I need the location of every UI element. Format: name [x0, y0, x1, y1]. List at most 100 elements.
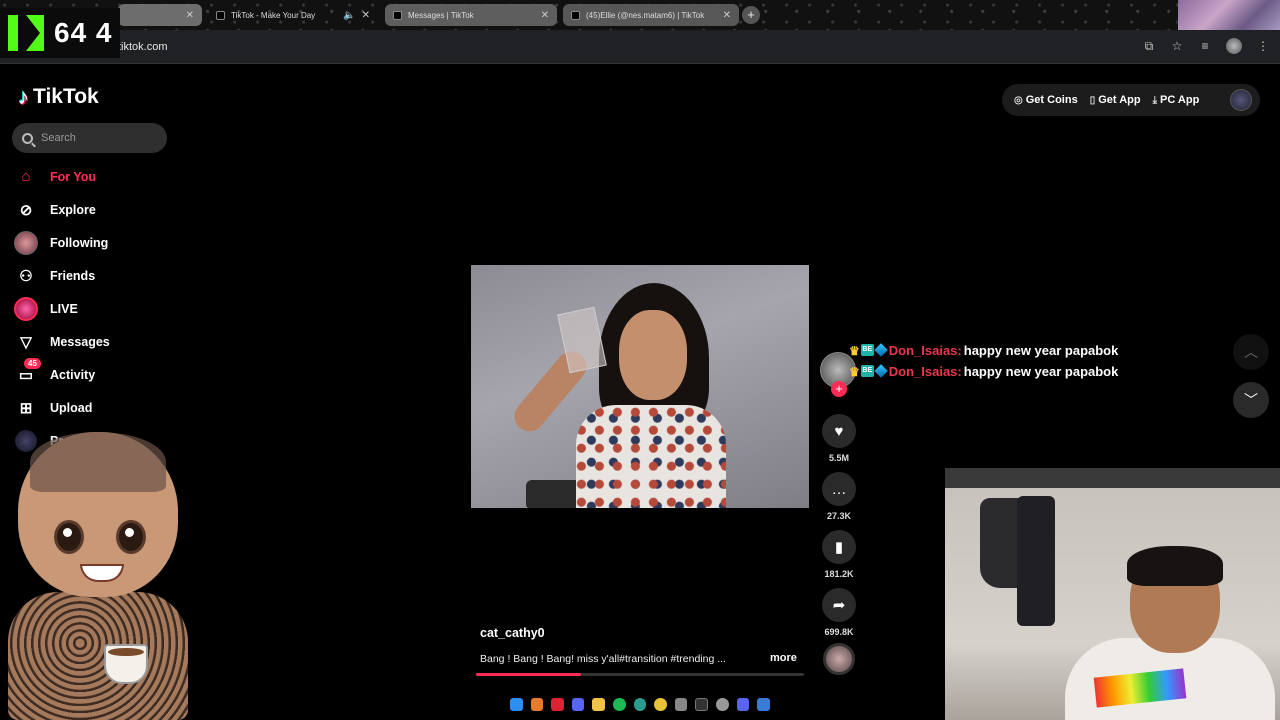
chat-message: ♛ BE Don_Isaias: happy new year papabok [849, 340, 1118, 361]
video-progress-fill [476, 673, 581, 676]
save-action: ▮ 181.2K [821, 530, 857, 579]
next-video-button[interactable]: ﹀ [1233, 382, 1269, 418]
user-avatar[interactable] [1230, 89, 1252, 111]
tiktok-favicon-icon [571, 10, 580, 20]
mascot-eye [116, 520, 146, 554]
gem-icon [873, 342, 888, 357]
compass-icon: ⊘ [19, 201, 33, 219]
comment-icon[interactable]: … [822, 472, 856, 506]
browser-tab-messages[interactable]: Messages | TikTok ✕ [385, 4, 557, 26]
subscriber-badge: BE [860, 364, 874, 377]
windows-taskbar [510, 692, 770, 716]
sidebar-item-for-you[interactable]: ⌂ For You [14, 160, 184, 193]
file-explorer-icon[interactable] [592, 697, 606, 711]
share-action: ➦ 699.8K [821, 588, 857, 637]
chat-text: happy new year papabok [963, 343, 1119, 358]
mute-tab-icon[interactable]: 🔈 [343, 10, 355, 21]
edge-icon[interactable] [633, 697, 647, 711]
video-scene-dress [576, 405, 726, 508]
close-tab-icon[interactable]: ✕ [186, 10, 194, 21]
sidebar-item-label: Activity [50, 367, 96, 382]
activity-badge: 45 [24, 358, 41, 369]
chat-text: happy new year papabok [963, 364, 1119, 379]
app-icon[interactable] [674, 697, 688, 711]
sidebar-item-messages[interactable]: ▽ Messages [14, 325, 184, 358]
download-icon: ⤓ [1152, 94, 1157, 106]
sidebar-item-label: Messages [50, 334, 110, 349]
close-tab-icon[interactable]: ✕ [541, 10, 549, 21]
browser-menu-icon[interactable]: ⋮ [1256, 39, 1270, 53]
coin-icon: ◎ [1014, 94, 1023, 106]
sidebar-item-label: Explore [50, 202, 96, 217]
sidebar-item-live[interactable]: LIVE [14, 292, 184, 325]
app-icon[interactable] [551, 697, 564, 711]
heart-icon[interactable]: ♥ [822, 414, 856, 448]
streamer-mascot-avatar [8, 432, 188, 720]
kick-viewer-overlay: 64 4 [0, 8, 120, 58]
corner-artwork [1178, 0, 1280, 30]
get-coins-button[interactable]: ◎ Get Coins [1014, 94, 1078, 106]
browser-tab-profile[interactable]: (45)Ellie (@nes.matam6) | TikTok ✕ [563, 4, 739, 26]
video-player[interactable] [471, 265, 809, 508]
app-icon[interactable] [695, 697, 709, 711]
address-bar: tiktok.com ⧉ ☆ ≡ ⋮ [0, 30, 1280, 64]
previous-video-button[interactable]: ︿ [1233, 334, 1269, 370]
sidebar-item-label: For You [50, 169, 97, 184]
url-field[interactable]: tiktok.com [118, 41, 168, 53]
music-disc-icon[interactable] [823, 643, 855, 675]
get-app-button[interactable]: ▯ Get App [1090, 94, 1141, 106]
sidebar-item-label: LIVE [50, 301, 78, 316]
tab-title: (45)Ellie (@nes.matam6) | TikTok [586, 10, 705, 20]
live-icon [14, 296, 38, 321]
start-windows-icon[interactable] [510, 697, 523, 711]
app-icon[interactable] [530, 697, 544, 711]
phone-icon: ▯ [1089, 94, 1096, 106]
video-author[interactable]: cat_cathy0 [480, 626, 545, 640]
browser-tab[interactable]: ✕ [118, 4, 202, 26]
webcam-cloth [1017, 496, 1055, 626]
bookmark-star-icon[interactable]: ☆ [1170, 39, 1184, 53]
discord-icon[interactable] [571, 697, 585, 711]
header-actions: ◎ Get Coins ▯ Get App ⤓ PC App [1002, 84, 1260, 116]
tiktok-logo[interactable]: ♪ TikTok [18, 84, 99, 110]
app-icon[interactable] [716, 697, 729, 711]
mascot-hair [30, 432, 166, 492]
subscriber-badge: BE [860, 343, 874, 356]
gem-icon [873, 363, 888, 378]
pc-app-button[interactable]: ⤓ PC App [1153, 94, 1200, 106]
sidebar-item-explore[interactable]: ⊘ Explore [14, 193, 184, 226]
caption-more-button[interactable]: more [770, 652, 797, 664]
close-tab-icon[interactable]: ✕ [723, 10, 731, 21]
sidebar-item-label: Following [50, 235, 109, 250]
media-control-icon[interactable]: ≡ [1198, 39, 1212, 53]
browser-profile-avatar[interactable] [1226, 38, 1242, 54]
webcam-feed [945, 468, 1280, 720]
sidebar-item-following[interactable]: Following [14, 226, 184, 259]
sidebar-item-upload[interactable]: ⊞ Upload [14, 391, 184, 424]
search-input[interactable] [41, 132, 151, 144]
stream-chat-overlay: ♛ BE Don_Isaias: happy new year papabok … [849, 340, 1118, 382]
bookmark-icon[interactable]: ▮ [822, 530, 856, 564]
video-progress-bar[interactable] [476, 673, 804, 676]
new-tab-button[interactable]: + [742, 6, 760, 24]
spotify-icon[interactable] [613, 697, 626, 711]
chrome-icon[interactable] [654, 697, 667, 711]
discord-icon[interactable] [736, 697, 750, 711]
tiktok-note-icon: ♪ [18, 84, 29, 109]
install-app-icon[interactable]: ⧉ [1142, 39, 1156, 53]
sidebar-item-activity[interactable]: ▭ 45 Activity [14, 358, 184, 391]
search-bar[interactable] [12, 123, 167, 153]
share-count: 699.8K [824, 627, 854, 637]
photos-icon[interactable] [757, 697, 770, 711]
browser-tab-tiktok[interactable]: TikTok - Make Your Day 🔈 ✕ [208, 4, 378, 26]
chat-message: ♛ BE Don_Isaias: happy new year papabok [849, 361, 1118, 382]
coffee-cup-icon [104, 644, 148, 684]
share-arrow-icon[interactable]: ➦ [822, 588, 856, 622]
crown-icon: ♛ [849, 364, 860, 379]
viewer-count: 64 4 [54, 17, 113, 48]
sidebar-item-label: Friends [50, 268, 96, 283]
close-tab-icon[interactable]: ✕ [362, 10, 370, 21]
chat-username: Don_Isaias: [888, 364, 962, 379]
follow-plus-icon[interactable]: + [831, 381, 847, 397]
sidebar-item-friends[interactable]: ⚇ Friends [14, 259, 184, 292]
